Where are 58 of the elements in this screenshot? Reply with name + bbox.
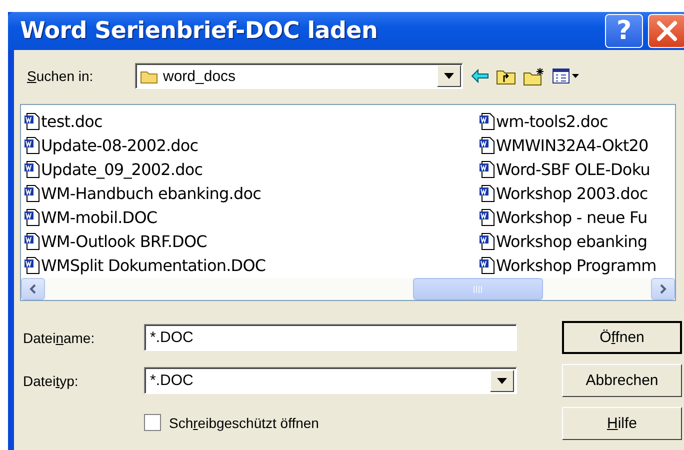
caret-icon[interactable] — [444, 73, 454, 79]
folder-icon — [140, 68, 158, 84]
file-item[interactable]: WMSplit Dokumentation.DOC — [24, 253, 479, 277]
file-name-field[interactable]: *.DOC — [144, 324, 517, 351]
caret-icon[interactable] — [497, 378, 507, 384]
file-item[interactable]: WM-mobil.DOC — [24, 205, 479, 229]
document-icon — [479, 136, 495, 154]
close-icon[interactable] — [656, 20, 678, 42]
file-item[interactable]: Word-SBF OLE-Doku — [479, 157, 674, 181]
document-icon — [479, 160, 495, 178]
file-item[interactable]: Workshop 2003.doc — [479, 181, 674, 205]
document-icon — [479, 184, 495, 202]
dialog-button[interactable]: Öffnen — [562, 321, 682, 354]
file-type-dropdown[interactable]: *.DOC — [144, 367, 517, 394]
window-title: Word Serienbrief-DOC laden — [20, 18, 379, 44]
scroll-left-button[interactable] — [21, 278, 45, 300]
look-in-dropdown[interactable]: word_docs — [135, 63, 463, 89]
document-icon — [24, 136, 40, 154]
document-icon — [479, 112, 495, 130]
document-icon — [24, 232, 40, 250]
back-arrow-icon[interactable] — [471, 69, 489, 83]
file-item[interactable]: WM-Handbuch ebanking.doc — [24, 181, 479, 205]
dialog-button[interactable]: Hilfe — [562, 407, 682, 440]
document-icon — [24, 184, 40, 202]
document-icon — [24, 256, 40, 274]
document-icon — [24, 112, 40, 130]
file-name-label: Dateiname: — [22, 330, 96, 346]
document-icon — [24, 208, 40, 226]
document-icon — [479, 208, 495, 226]
file-item[interactable]: WM-Outlook BRF.DOC — [24, 229, 479, 253]
help-button[interactable]: ? — [605, 14, 643, 48]
file-item[interactable]: WMWIN32A4-Okt20 — [479, 133, 674, 157]
close-button[interactable] — [648, 14, 684, 48]
file-item[interactable]: Update-08-2002.doc — [24, 133, 479, 157]
document-icon — [479, 232, 495, 250]
document-icon — [479, 256, 495, 274]
file-item[interactable]: wm-tools2.doc — [479, 109, 674, 133]
view-menu-icon[interactable] — [552, 68, 580, 84]
file-item[interactable]: Update_09_2002.doc — [24, 157, 479, 181]
dropdown-button[interactable] — [437, 65, 461, 87]
new-folder-icon[interactable] — [523, 66, 545, 86]
file-item[interactable]: Workshop - neue Fu — [479, 205, 674, 229]
chevron-left-icon[interactable] — [29, 284, 37, 294]
chevron-right-icon[interactable] — [659, 284, 667, 294]
file-item[interactable]: Workshop ebanking — [479, 229, 674, 253]
file-item[interactable]: test.doc — [24, 109, 479, 133]
scroll-right-button[interactable] — [651, 278, 675, 300]
checkbox[interactable] — [144, 414, 161, 431]
file-type-label: Dateityp: — [22, 372, 80, 388]
horizontal-scrollbar[interactable] — [21, 278, 675, 300]
file-item[interactable]: Workshop Programm — [479, 253, 674, 277]
up-folder-icon[interactable] — [496, 68, 516, 84]
read-only-label[interactable]: Schreibgeschützt öffnen — [169, 414, 319, 430]
document-icon — [24, 160, 40, 178]
look-in-label: Suchen in: — [26, 68, 94, 84]
scrollbar-thumb[interactable] — [413, 278, 543, 300]
dialog-button[interactable]: Abbrechen — [562, 364, 682, 397]
dropdown-button[interactable] — [490, 370, 514, 392]
